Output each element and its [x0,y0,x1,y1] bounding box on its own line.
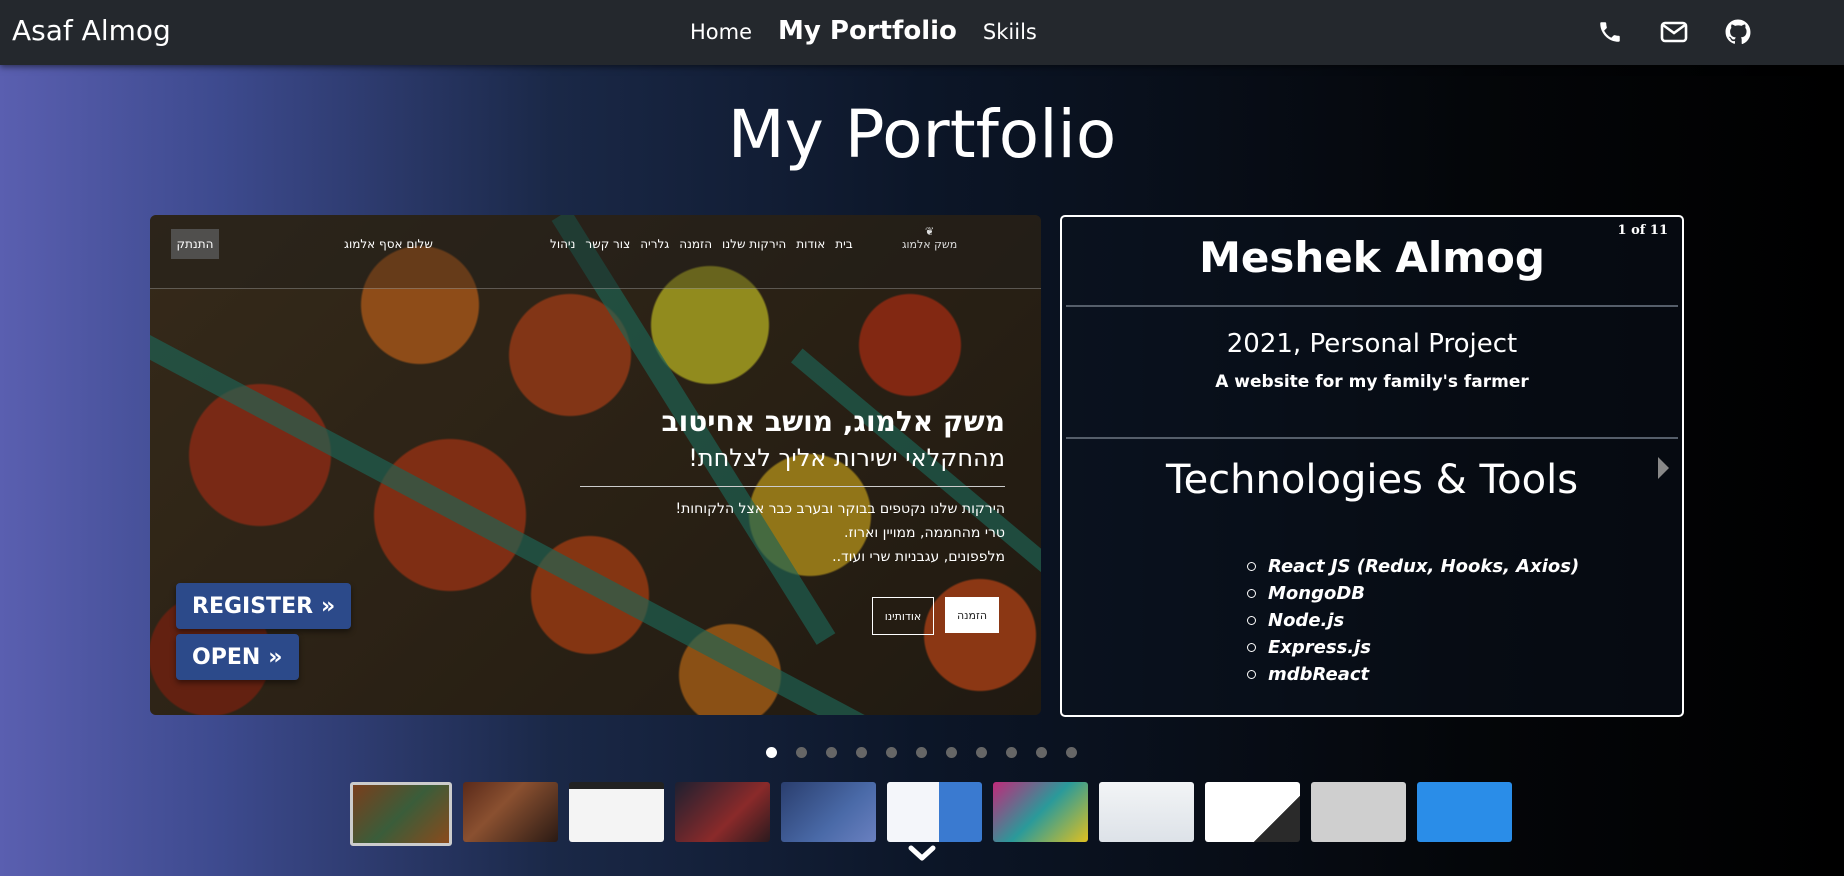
site-greeting: שלום אסף אלמוג [344,237,433,251]
thumbnail[interactable] [569,782,664,842]
site-hero: משק אלמוג, מושב אחיטוב מהחקלאי ישירות אל… [580,405,1005,569]
project-description: A website for my family's farmer [1215,372,1529,392]
double-chevron-right-icon: » [321,593,336,619]
thumbnail[interactable] [1311,782,1406,842]
project-year-type: 2021, Personal Project [1226,329,1518,359]
site-nav-item[interactable]: הזמנה [679,237,712,251]
site-nav-item[interactable]: ניהול [550,237,575,251]
thumbnail[interactable] [1099,782,1194,842]
site-logout-button[interactable]: התנתק [171,229,219,259]
contact-icons [1596,18,1752,46]
site-logo: ❦ משק אלמוג [902,225,957,251]
register-label: REGISTER [192,593,314,619]
site-hero-subtitle: מהחקלאי ישירות אליך לצלחת! [688,444,1005,472]
carousel-dot[interactable] [916,747,927,758]
site-hero-line: מלפפונים, עגבניות שרי ועוד.. [832,549,1005,565]
tech-item: MongoDB [1247,580,1579,607]
site-nav-links: בית אודות הירקות שלנו הזמנה גלריה צור קש… [550,237,853,251]
leaf-icon: ❦ [924,225,935,238]
site-hero-title: משק אלמוג, מושב אחיטוב [661,405,1005,438]
tech-item: React JS (Redux, Hooks, Axios) [1247,553,1579,580]
site-nav-item[interactable]: הירקות שלנו [722,237,786,251]
panel-divider [1066,437,1678,439]
carousel-dot[interactable] [826,747,837,758]
thumbnail[interactable] [993,782,1088,842]
thumbnail[interactable] [887,782,982,842]
site-nav-item[interactable]: גלריה [640,237,669,251]
site-order-button[interactable]: הזמנה [945,597,999,633]
project-title: Meshek Almog [1199,233,1545,282]
envelope-icon[interactable] [1660,18,1688,46]
carousel-dot[interactable] [976,747,987,758]
next-arrow-icon[interactable] [1658,457,1669,479]
phone-icon[interactable] [1596,18,1624,46]
site-hero-line: טרי מהחממה, ממויין וארוז. [844,525,1005,541]
nav-link-skills[interactable]: Skiils [983,20,1037,44]
tech-item: mdbReact [1247,661,1579,688]
thumbnail[interactable] [463,782,558,842]
brand-name[interactable]: Asaf Almog [12,14,171,47]
scroll-down-chevron-icon[interactable] [908,845,936,863]
site-nav-item[interactable]: צור קשר [585,237,630,251]
thumbnail[interactable] [675,782,770,842]
site-navbar: התנתק שלום אסף אלמוג בית אודות הירקות של… [150,215,1041,289]
thumbnail[interactable] [1205,782,1300,842]
thumbnail[interactable] [781,782,876,842]
tech-heading: Technologies & Tools [1165,457,1579,503]
panel-divider [1066,305,1678,307]
site-about-button[interactable]: אודותינו [872,597,934,635]
top-navbar: Asaf Almog Home My Portfolio Skiils [0,0,1844,65]
double-chevron-right-icon: » [268,644,283,670]
github-icon[interactable] [1724,18,1752,46]
carousel-indicators [766,747,1077,758]
site-nav-item[interactable]: אודות [796,237,825,251]
tech-item: Express.js [1247,634,1579,661]
project-info-panel: 1 of 11 Meshek Almog 2021, Personal Proj… [1060,215,1684,717]
register-button[interactable]: REGISTER » [176,583,352,629]
carousel-dot[interactable] [1036,747,1047,758]
carousel-dot[interactable] [886,747,897,758]
tech-list: React JS (Redux, Hooks, Axios) MongoDB N… [1247,553,1579,688]
nav-link-home[interactable]: Home [690,20,752,44]
site-hero-line: הירקות שלנו נקטפים בבוקר ובערב כבר אצל ה… [675,501,1005,517]
site-logo-text: משק אלמוג [902,238,958,251]
thumbnail-strip [350,782,1512,846]
tech-item: Node.js [1247,607,1579,634]
carousel-dot[interactable] [796,747,807,758]
open-button[interactable]: OPEN » [176,634,299,680]
site-nav-item[interactable]: בית [835,237,853,251]
nav-link-portfolio[interactable]: My Portfolio [778,16,957,46]
carousel-dot[interactable] [1066,747,1077,758]
carousel-dot[interactable] [1006,747,1017,758]
thumbnail[interactable] [350,782,452,846]
site-hero-divider [580,486,1005,487]
carousel-dot[interactable] [766,747,777,758]
nav-links: Home My Portfolio Skiils [690,16,1037,46]
page-title: My Portfolio [727,96,1117,173]
carousel-dot[interactable] [946,747,957,758]
thumbnail[interactable] [1417,782,1512,842]
open-label: OPEN [192,644,261,670]
carousel-dot[interactable] [856,747,867,758]
